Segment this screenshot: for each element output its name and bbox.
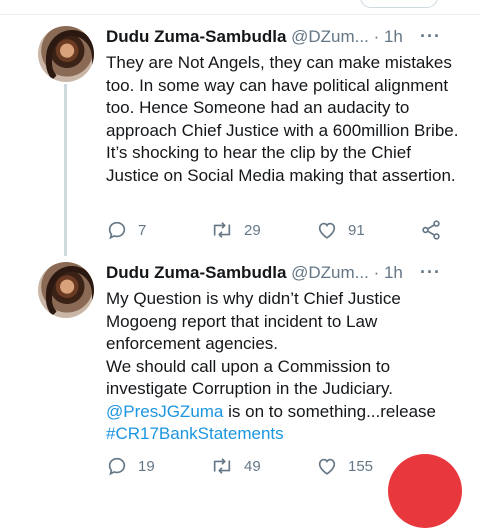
reply-icon	[108, 457, 126, 476]
author-handle[interactable]: @DZum...	[291, 27, 369, 46]
author-name[interactable]: Dudu Zuma-Sambudla	[106, 27, 286, 46]
retweet-button[interactable]: 49	[210, 454, 261, 478]
tweet-actions: 7 29 91	[106, 218, 446, 242]
reply-count: 7	[138, 221, 147, 239]
author-name[interactable]: Dudu Zuma-Sambudla	[106, 263, 286, 282]
like-icon	[318, 458, 336, 475]
compose-tweet-button[interactable]	[388, 454, 462, 528]
retweet-count: 49	[244, 457, 261, 475]
tweet-text: My Question is why didn’t Chief Justice …	[106, 288, 466, 446]
share-button[interactable]	[420, 218, 442, 242]
like-count: 91	[348, 221, 365, 239]
tweet-time: · 1h	[373, 263, 403, 282]
tweet-paragraph: @PresJGZuma is on to something...release	[106, 401, 466, 424]
mention-link[interactable]: @PresJGZuma	[106, 402, 223, 421]
author-handle[interactable]: @DZum...	[291, 263, 369, 282]
retweet-button[interactable]: 29	[210, 218, 261, 242]
reply-icon	[108, 221, 126, 240]
avatar[interactable]	[38, 262, 94, 318]
tweet-header: Dudu Zuma-Sambudla @DZum... · 1h	[106, 27, 403, 47]
tweet-time: · 1h	[373, 27, 403, 46]
reply-button[interactable]: 7	[106, 218, 146, 242]
retweet-count: 29	[244, 221, 261, 239]
like-icon	[318, 222, 336, 239]
thread-connector	[64, 84, 67, 256]
tweet-paragraph: My Question is why didn’t Chief Justice …	[106, 289, 401, 353]
more-options-icon[interactable]: ···	[420, 26, 441, 47]
previous-tweet-edge	[0, 0, 480, 15]
tweet-paragraph: We should call upon a Commission to inve…	[106, 356, 393, 399]
tweet-text-tail: is on to something...release	[223, 401, 437, 421]
reply-button[interactable]: 19	[106, 454, 155, 478]
reply-count: 19	[138, 457, 155, 475]
previous-action-pill[interactable]	[360, 0, 438, 8]
more-options-icon[interactable]: ···	[420, 262, 441, 283]
tweet-header: Dudu Zuma-Sambudla @DZum... · 1h	[106, 263, 403, 283]
like-button[interactable]: 155	[316, 454, 373, 478]
hashtag-link[interactable]: #CR17BankStatements	[106, 423, 466, 446]
avatar[interactable]	[38, 26, 94, 82]
retweet-icon	[213, 222, 231, 238]
tweet-paragraph: They are Not Angels, they can make mista…	[106, 53, 459, 185]
share-icon	[422, 220, 440, 240]
retweet-icon	[213, 458, 231, 474]
like-button[interactable]: 91	[316, 218, 365, 242]
tweet-text: They are Not Angels, they can make mista…	[106, 52, 466, 187]
like-count: 155	[348, 457, 374, 475]
